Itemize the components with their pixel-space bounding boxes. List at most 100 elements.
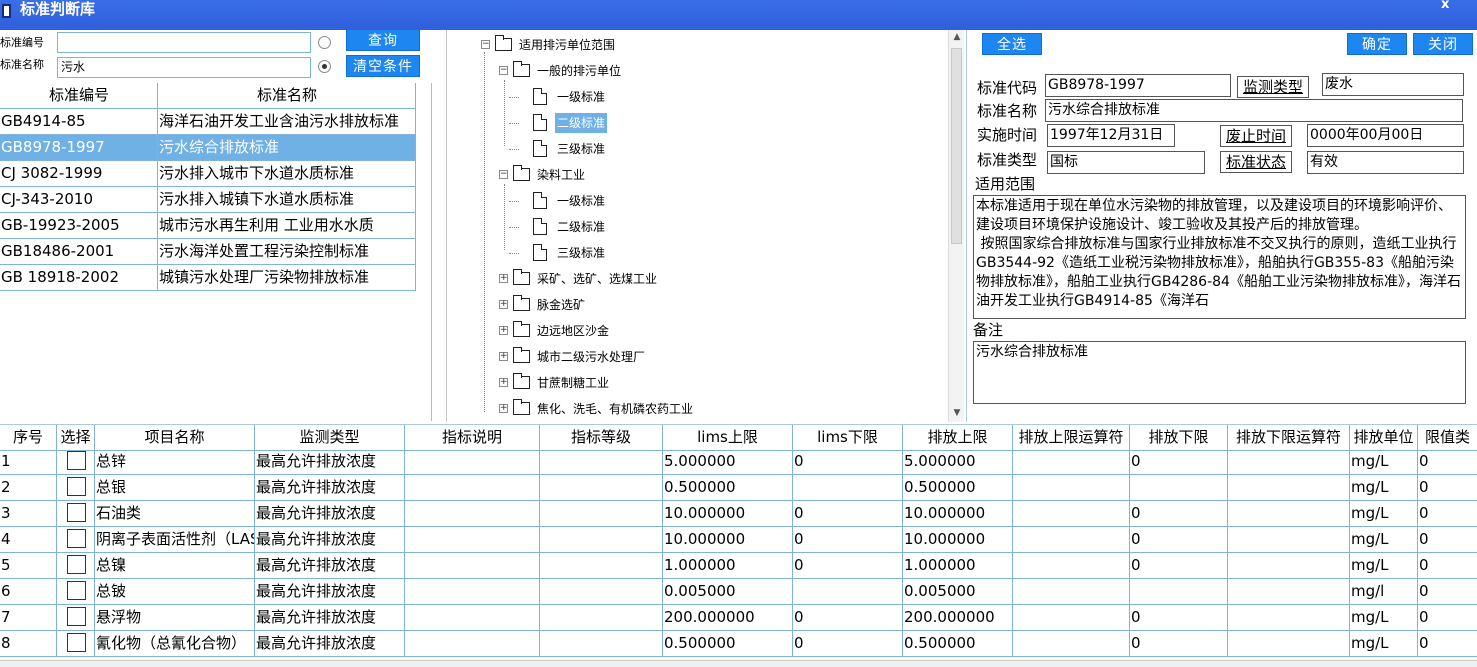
monitor-type-field[interactable]: 废水 <box>1322 73 1464 96</box>
header-seq[interactable]: 序号 <box>0 425 57 451</box>
select-checkbox[interactable] <box>67 451 86 470</box>
standard-name-cell[interactable]: 海洋石油开发工业含油污水排放标准 <box>158 109 416 135</box>
cell-emission-upper-op[interactable] <box>1013 553 1130 579</box>
remark-textarea[interactable]: 污水综合排放标准 <box>973 341 1466 404</box>
expand-icon[interactable]: + <box>499 274 508 283</box>
cell-emission-upper[interactable]: 1.000000 <box>903 553 1013 579</box>
cell-emission-lower-op[interactable] <box>1228 475 1350 501</box>
cell-monitor-type[interactable]: 最高允许排放浓度 <box>255 579 405 605</box>
cell-monitor-type[interactable]: 最高允许排放浓度 <box>255 475 405 501</box>
cell-lims-lower[interactable]: 0 <box>793 501 903 527</box>
select-cell[interactable] <box>57 501 95 527</box>
cell-lims-lower[interactable] <box>793 475 903 501</box>
cell-emission-unit[interactable]: mg/L <box>1350 605 1418 631</box>
standard-code-cell[interactable]: CJ-343-2010 <box>0 187 158 213</box>
header-lims-lower[interactable]: lims下限 <box>793 425 903 451</box>
cell-emission-upper[interactable]: 5.000000 <box>903 449 1013 475</box>
cell-emission-upper[interactable]: 200.000000 <box>903 605 1013 631</box>
standard-code-cell[interactable]: GB 18918-2002 <box>0 265 158 291</box>
select-cell[interactable] <box>57 527 95 553</box>
standard-code-cell[interactable]: GB4914-85 <box>0 109 158 135</box>
select-checkbox[interactable] <box>67 633 86 652</box>
standards-grid-row[interactable]: CJ 3082-1999 污水排入城市下水道水质标准 <box>0 161 416 187</box>
standard-name-cell[interactable]: 城市污水再生利用 工业用水水质 <box>158 213 416 239</box>
cell-limit-type[interactable]: 0 <box>1418 501 1477 527</box>
cell-emission-upper-op[interactable] <box>1013 579 1130 605</box>
select-checkbox[interactable] <box>67 555 86 574</box>
standards-grid-row[interactable]: GB 18918-2002 城镇污水处理厂污染物排放标准 <box>0 265 416 291</box>
cell-monitor-type[interactable]: 最高允许排放浓度 <box>255 449 405 475</box>
cell-lims-lower[interactable] <box>793 579 903 605</box>
code-search-input[interactable] <box>57 32 311 53</box>
standards-grid-row[interactable]: GB4914-85 海洋石油开发工业含油污水排放标准 <box>0 109 416 135</box>
cell-monitor-type[interactable]: 最高允许排放浓度 <box>255 553 405 579</box>
impl-date-field[interactable]: 1997年12月31日 <box>1047 124 1175 147</box>
cell-emission-lower-op[interactable] <box>1228 449 1350 475</box>
standard-code-cell[interactable]: CJ 3082-1999 <box>0 161 158 187</box>
cell-emission-lower[interactable]: 0 <box>1130 449 1228 475</box>
expand-icon[interactable]: + <box>499 352 508 361</box>
query-button[interactable]: 查询 <box>346 29 420 51</box>
cell-emission-lower[interactable]: 0 <box>1130 553 1228 579</box>
collapse-icon[interactable]: − <box>499 170 508 179</box>
scroll-thumb[interactable] <box>951 48 962 244</box>
cell-emission-unit[interactable]: mg/L <box>1350 527 1418 553</box>
header-emission-unit[interactable]: 排放单位 <box>1350 425 1418 451</box>
cell-emission-unit[interactable]: mg/L <box>1350 631 1418 657</box>
standards-grid-row[interactable]: GB18486-2001 污水海洋处置工程污染控制标准 <box>0 239 416 265</box>
cell-lims-upper[interactable]: 0.500000 <box>663 631 793 657</box>
header-emission-lower[interactable]: 排放下限 <box>1130 425 1228 451</box>
header-monitor-type[interactable]: 监测类型 <box>255 425 405 451</box>
cell-seq[interactable]: 5 <box>0 553 57 579</box>
select-cell[interactable] <box>57 605 95 631</box>
select-checkbox[interactable] <box>67 503 86 522</box>
cell-emission-lower[interactable]: 0 <box>1130 527 1228 553</box>
select-cell[interactable] <box>57 449 95 475</box>
expand-icon[interactable]: + <box>499 326 508 335</box>
cell-emission-upper[interactable]: 0.500000 <box>903 631 1013 657</box>
standard-code-field[interactable]: GB8978-1997 <box>1045 74 1231 97</box>
cell-indicator-level[interactable] <box>540 527 663 553</box>
header-lims-upper[interactable]: lims上限 <box>663 425 793 451</box>
cell-seq[interactable]: 2 <box>0 475 57 501</box>
window-close-icon[interactable]: x <box>1441 0 1455 11</box>
standards-grid-row[interactable]: GB-19923-2005 城市污水再生利用 工业用水水质 <box>0 213 416 239</box>
cell-emission-upper-op[interactable] <box>1013 605 1130 631</box>
cell-seq[interactable]: 3 <box>0 501 57 527</box>
cell-seq[interactable]: 7 <box>0 605 57 631</box>
cell-monitor-type[interactable]: 最高允许排放浓度 <box>255 501 405 527</box>
header-select[interactable]: 选择 <box>57 425 95 451</box>
cell-indicator-desc[interactable] <box>405 553 540 579</box>
cell-emission-upper-op[interactable] <box>1013 475 1130 501</box>
select-all-button[interactable]: 全选 <box>982 33 1042 55</box>
expand-icon[interactable]: + <box>499 300 508 309</box>
header-emission-lower-op[interactable]: 排放下限运算符 <box>1228 425 1350 451</box>
name-search-input[interactable]: 污水 <box>57 57 311 78</box>
cell-lims-lower[interactable]: 0 <box>793 631 903 657</box>
cell-item-name[interactable]: 总锌 <box>95 449 255 475</box>
cell-emission-lower[interactable]: 0 <box>1130 605 1228 631</box>
close-button[interactable]: 关闭 <box>1413 33 1473 55</box>
cell-lims-upper[interactable]: 0.005000 <box>663 579 793 605</box>
scroll-down-icon[interactable]: ▼ <box>949 408 965 422</box>
cell-lims-lower[interactable]: 0 <box>793 553 903 579</box>
cell-indicator-level[interactable] <box>540 579 663 605</box>
expand-icon[interactable]: + <box>499 404 508 413</box>
cell-emission-unit[interactable]: mg/L <box>1350 553 1418 579</box>
standard-name-field[interactable]: 污水综合排放标准 <box>1045 99 1463 122</box>
cell-lims-upper[interactable]: 0.500000 <box>663 475 793 501</box>
cell-emission-lower[interactable]: 0 <box>1130 501 1228 527</box>
cell-seq[interactable]: 8 <box>0 631 57 657</box>
cell-emission-unit[interactable]: mg/l <box>1350 579 1418 605</box>
standards-grid-row[interactable]: GB8978-1997 污水综合排放标准 <box>0 135 416 161</box>
cell-indicator-level[interactable] <box>540 475 663 501</box>
standard-code-cell[interactable]: GB18486-2001 <box>0 239 158 265</box>
cell-emission-upper-op[interactable] <box>1013 501 1130 527</box>
header-emission-upper-op[interactable]: 排放上限运算符 <box>1013 425 1130 451</box>
cell-emission-upper-op[interactable] <box>1013 449 1130 475</box>
cell-emission-unit[interactable]: mg/L <box>1350 449 1418 475</box>
cell-indicator-level[interactable] <box>540 501 663 527</box>
confirm-button[interactable]: 确定 <box>1347 33 1407 55</box>
cell-emission-unit[interactable]: mg/L <box>1350 501 1418 527</box>
cell-item-name[interactable]: 总银 <box>95 475 255 501</box>
